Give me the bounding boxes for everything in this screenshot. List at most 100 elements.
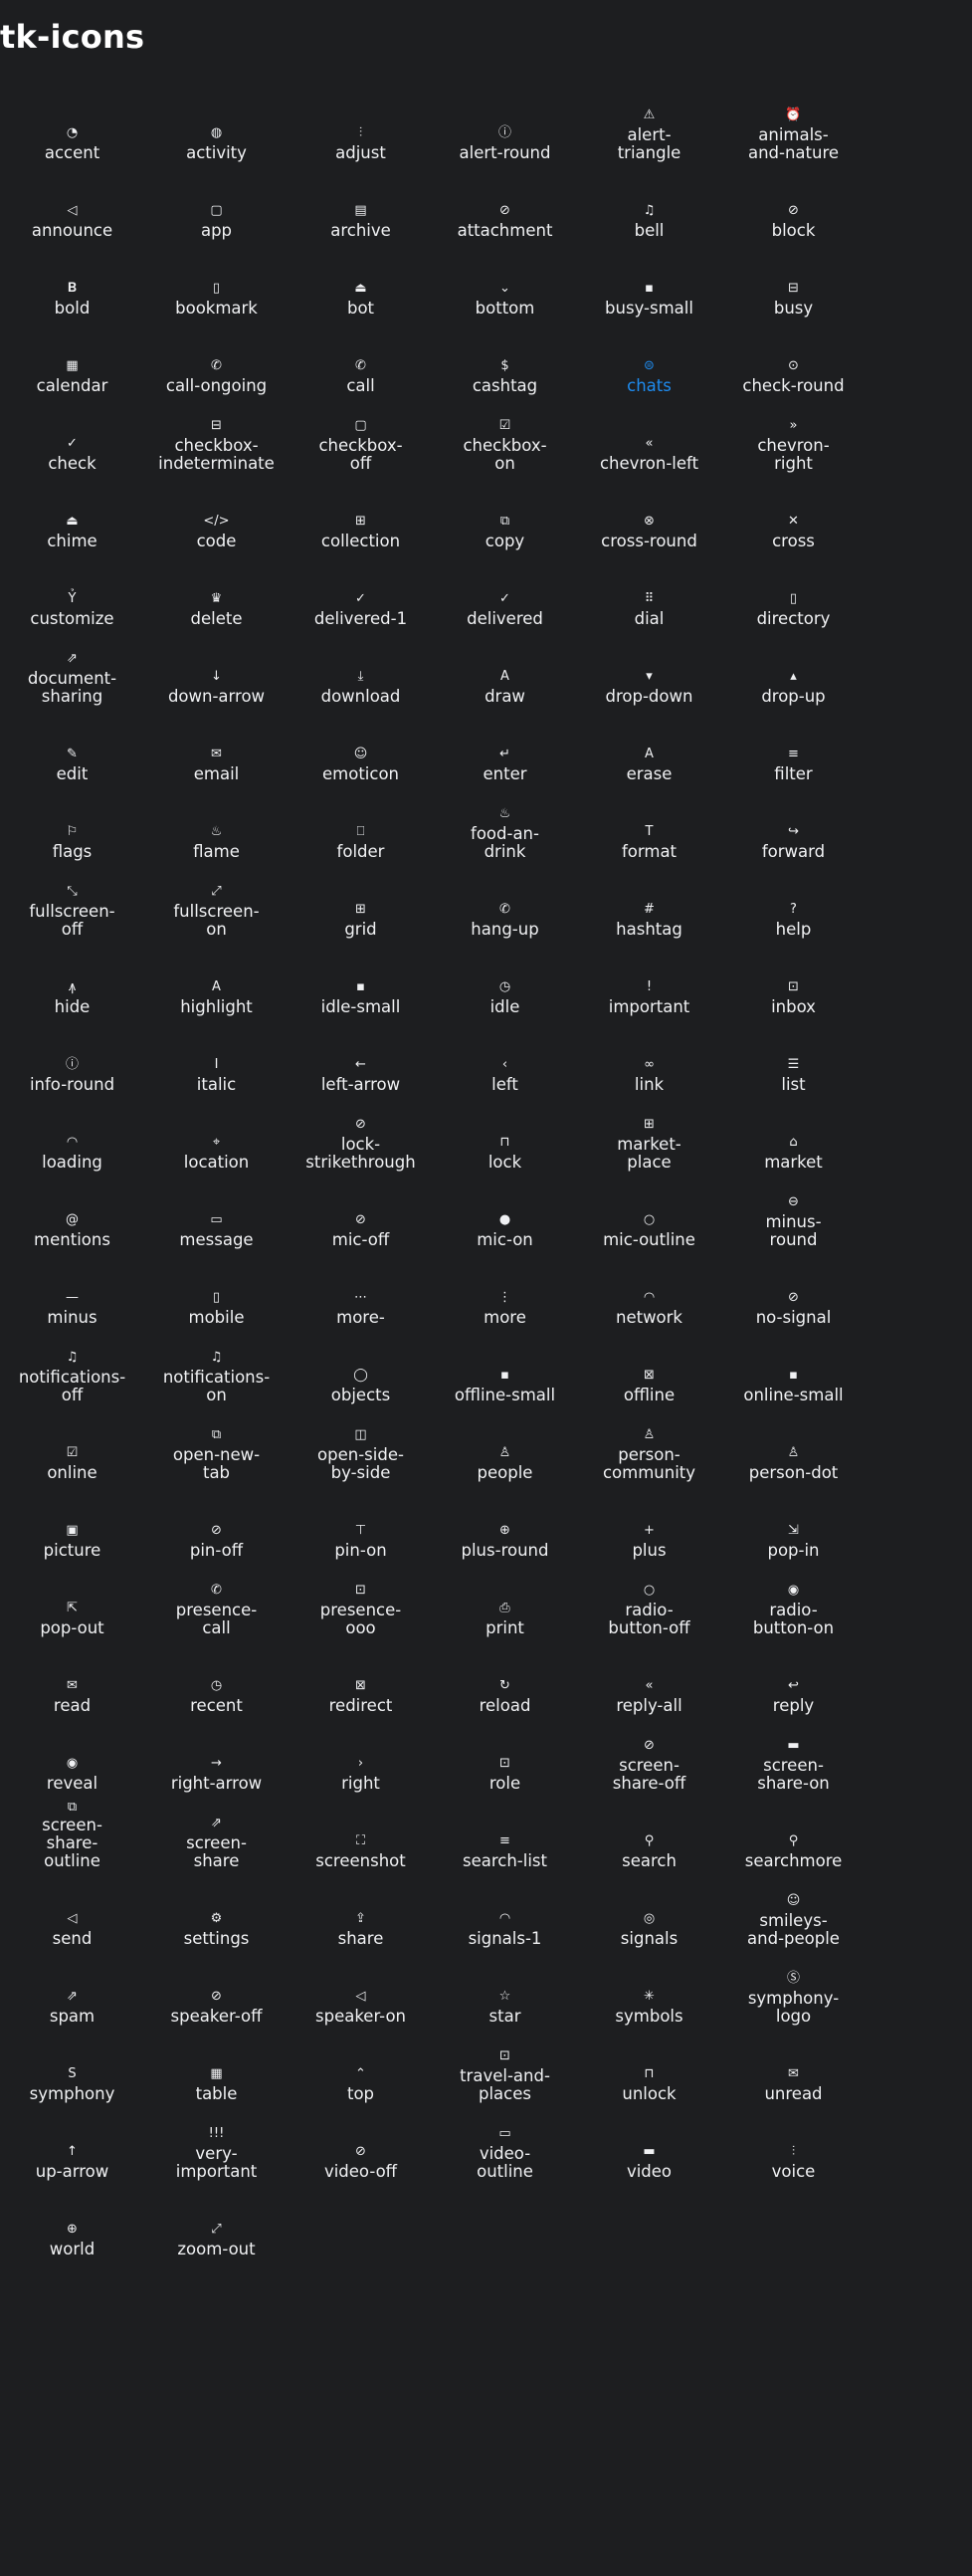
icon-tile-location[interactable]: ⌖ location	[144, 1112, 289, 1189]
icon-tile-plus[interactable]: + plus	[577, 1500, 721, 1578]
icon-tile-speaker-off[interactable]: ⊘ speaker-off	[144, 1966, 289, 2043]
icon-tile-archive[interactable]: ▤ archive	[289, 180, 433, 258]
icon-tile-pin-on[interactable]: ⊤ pin-on	[289, 1500, 433, 1578]
icon-tile-reload[interactable]: ↻ reload	[433, 1655, 577, 1733]
icon-tile-reply-all[interactable]: « reply-all	[577, 1655, 721, 1733]
icon-tile-busy-small[interactable]: ▪ busy-small	[577, 258, 721, 335]
icon-tile-redirect[interactable]: ⊠ redirect	[289, 1655, 433, 1733]
icon-tile-draw[interactable]: Adraw	[433, 646, 577, 724]
icon-tile-enter[interactable]: ↵ enter	[433, 724, 577, 801]
icon-tile-pop-in[interactable]: ⇲ pop-in	[721, 1500, 866, 1578]
icon-tile-lock[interactable]: ⊓ lock	[433, 1112, 577, 1189]
icon-tile-travel-and-places[interactable]: ⊡ travel-and- places	[433, 2043, 577, 2121]
icon-tile-symphony[interactable]: Ssymphony	[0, 2043, 144, 2121]
icon-tile-symbols[interactable]: ✳ symbols	[577, 1966, 721, 2043]
icon-tile-smileys-and-people[interactable]: ☺ smileys- and-people	[721, 1888, 866, 1966]
icon-tile-format[interactable]: Tformat	[577, 801, 721, 879]
icon-tile-presence-ooo[interactable]: ⊡ presence- ooo	[289, 1578, 433, 1655]
icon-tile-highlight[interactable]: Ahighlight	[144, 957, 289, 1034]
icon-tile-symphony-logo[interactable]: Ⓢsymphony- logo	[721, 1966, 866, 2043]
icon-tile-info-round[interactable]: ⓘ info-round	[0, 1034, 144, 1112]
icon-tile-objects[interactable]: ◯ objects	[289, 1345, 433, 1422]
icon-tile-chevron-right[interactable]: » chevron- right	[721, 413, 866, 491]
icon-tile-announce[interactable]: ◁ announce	[0, 180, 144, 258]
icon-tile-share[interactable]: ⇪ share	[289, 1888, 433, 1966]
icon-tile-delivered-1[interactable]: ✓ delivered-1	[289, 568, 433, 646]
icon-tile-alert-triangle[interactable]: ⚠ alert- triangle	[577, 103, 721, 180]
icon-tile-role[interactable]: ⊡ role	[433, 1733, 577, 1811]
icon-tile-screen-share[interactable]: ⇗ screen- share	[144, 1811, 289, 1888]
icon-tile-emoticon[interactable]: ☺ emoticon	[289, 724, 433, 801]
icon-tile-speaker-on[interactable]: ◁ speaker-on	[289, 1966, 433, 2043]
icon-tile-settings[interactable]: ⚙ settings	[144, 1888, 289, 1966]
icon-tile-notifications-on[interactable]: ♫ notifications- on	[144, 1345, 289, 1422]
icon-tile-search[interactable]: ⚲ search	[577, 1811, 721, 1888]
icon-tile-delivered[interactable]: ✓ delivered	[433, 568, 577, 646]
icon-tile-accent[interactable]: ◔ accent	[0, 103, 144, 180]
icon-tile-attachment[interactable]: ⊘ attachment	[433, 180, 577, 258]
icon-tile-right[interactable]: › right	[289, 1733, 433, 1811]
icon-tile-hide[interactable]: ꙟ hide	[0, 957, 144, 1034]
icon-tile-message[interactable]: ▭ message	[144, 1189, 289, 1267]
icon-tile-radio-button-on[interactable]: ◉ radio- button-on	[721, 1578, 866, 1655]
icon-tile-minus[interactable]: — minus	[0, 1267, 144, 1345]
icon-tile-check-round[interactable]: ⊙ check-round	[721, 335, 866, 413]
icon-tile-person-dot[interactable]: ♙ person-dot	[721, 1422, 866, 1500]
icon-tile-video-outline[interactable]: ▭ video- outline	[433, 2121, 577, 2199]
icon-tile-right-arrow[interactable]: → right-arrow	[144, 1733, 289, 1811]
icon-tile-alert-round[interactable]: ⓘ alert-round	[433, 103, 577, 180]
icon-tile-no-signal[interactable]: ⊘ no-signal	[721, 1267, 866, 1345]
icon-tile-offline-small[interactable]: ▪ offline-small	[433, 1345, 577, 1422]
icon-tile-people[interactable]: ♙ people	[433, 1422, 577, 1500]
icon-tile-world[interactable]: ⊕ world	[0, 2199, 144, 2276]
icon-tile-chevron-left[interactable]: « chevron-left	[577, 413, 721, 491]
icon-tile-star[interactable]: ☆ star	[433, 1966, 577, 2043]
icon-tile-unread[interactable]: ✉ unread	[721, 2043, 866, 2121]
icon-tile-send[interactable]: ◁ send	[0, 1888, 144, 1966]
icon-tile-cross[interactable]: ✕ cross	[721, 491, 866, 568]
icon-tile-forward[interactable]: ↪ forward	[721, 801, 866, 879]
icon-tile-pop-out[interactable]: ⇱ pop-out	[0, 1578, 144, 1655]
icon-tile-code[interactable]: </> code	[144, 491, 289, 568]
icon-tile-adjust[interactable]: ⫶ adjust	[289, 103, 433, 180]
icon-tile-fullscreen-off[interactable]: ⤡ fullscreen- off	[0, 879, 144, 957]
icon-tile-signals-1[interactable]: ◠ signals-1	[433, 1888, 577, 1966]
icon-tile-picture[interactable]: ▣ picture	[0, 1500, 144, 1578]
icon-tile-collection[interactable]: ⊞ collection	[289, 491, 433, 568]
icon-tile-zoom-out[interactable]: ⤢ zoom-out	[144, 2199, 289, 2276]
icon-tile-drop-down[interactable]: ▾ drop-down	[577, 646, 721, 724]
icon-tile-checkbox-off[interactable]: ▢ checkbox- off	[289, 413, 433, 491]
icon-tile-animals-and-nature[interactable]: ⏰ animals- and-nature	[721, 103, 866, 180]
icon-tile-directory[interactable]: ▯ directory	[721, 568, 866, 646]
icon-tile-chime[interactable]: ⏏ chime	[0, 491, 144, 568]
icon-tile-minus-round[interactable]: ⊖ minus- round	[721, 1189, 866, 1267]
icon-tile-network[interactable]: ◠ network	[577, 1267, 721, 1345]
icon-tile-idle-small[interactable]: ▪ idle-small	[289, 957, 433, 1034]
icon-tile-drop-up[interactable]: ▴ drop-up	[721, 646, 866, 724]
icon-tile-chats[interactable]: ⊜ chats	[577, 335, 721, 413]
icon-tile-left[interactable]: ‹ left	[433, 1034, 577, 1112]
icon-tile-hang-up[interactable]: ✆ hang-up	[433, 879, 577, 957]
icon-tile-online[interactable]: ☑ online	[0, 1422, 144, 1500]
icon-tile-mic-on[interactable]: ● mic-on	[433, 1189, 577, 1267]
icon-tile-more-[interactable]: ⋯ more-	[289, 1267, 433, 1345]
icon-tile-idle[interactable]: ◷ idle	[433, 957, 577, 1034]
icon-tile-fullscreen-on[interactable]: ⤢ fullscreen- on	[144, 879, 289, 957]
icon-tile-list[interactable]: ☰ list	[721, 1034, 866, 1112]
icon-tile-bell[interactable]: ♫ bell	[577, 180, 721, 258]
icon-tile-screenshot[interactable]: ⛶ screenshot	[289, 1811, 433, 1888]
icon-tile-flags[interactable]: ⚐ flags	[0, 801, 144, 879]
icon-tile-checkbox-on[interactable]: ☑ checkbox- on	[433, 413, 577, 491]
icon-tile-voice[interactable]: ⫶ voice	[721, 2121, 866, 2199]
icon-tile-flame[interactable]: ♨ flame	[144, 801, 289, 879]
icon-tile-open-new-tab[interactable]: ⧉ open-new- tab	[144, 1422, 289, 1500]
icon-tile-spam[interactable]: ⇗ spam	[0, 1966, 144, 2043]
icon-tile-italic[interactable]: Iitalic	[144, 1034, 289, 1112]
icon-tile-app[interactable]: ▢ app	[144, 180, 289, 258]
icon-tile-download[interactable]: ⤓ download	[289, 646, 433, 724]
icon-tile-filter[interactable]: ≡ filter	[721, 724, 866, 801]
icon-tile-checkbox-indeterminate[interactable]: ⊟ checkbox- indeterminate	[144, 413, 289, 491]
icon-tile-call[interactable]: ✆ call	[289, 335, 433, 413]
icon-tile-calendar[interactable]: ▦ calendar	[0, 335, 144, 413]
icon-tile-table[interactable]: ▦ table	[144, 2043, 289, 2121]
